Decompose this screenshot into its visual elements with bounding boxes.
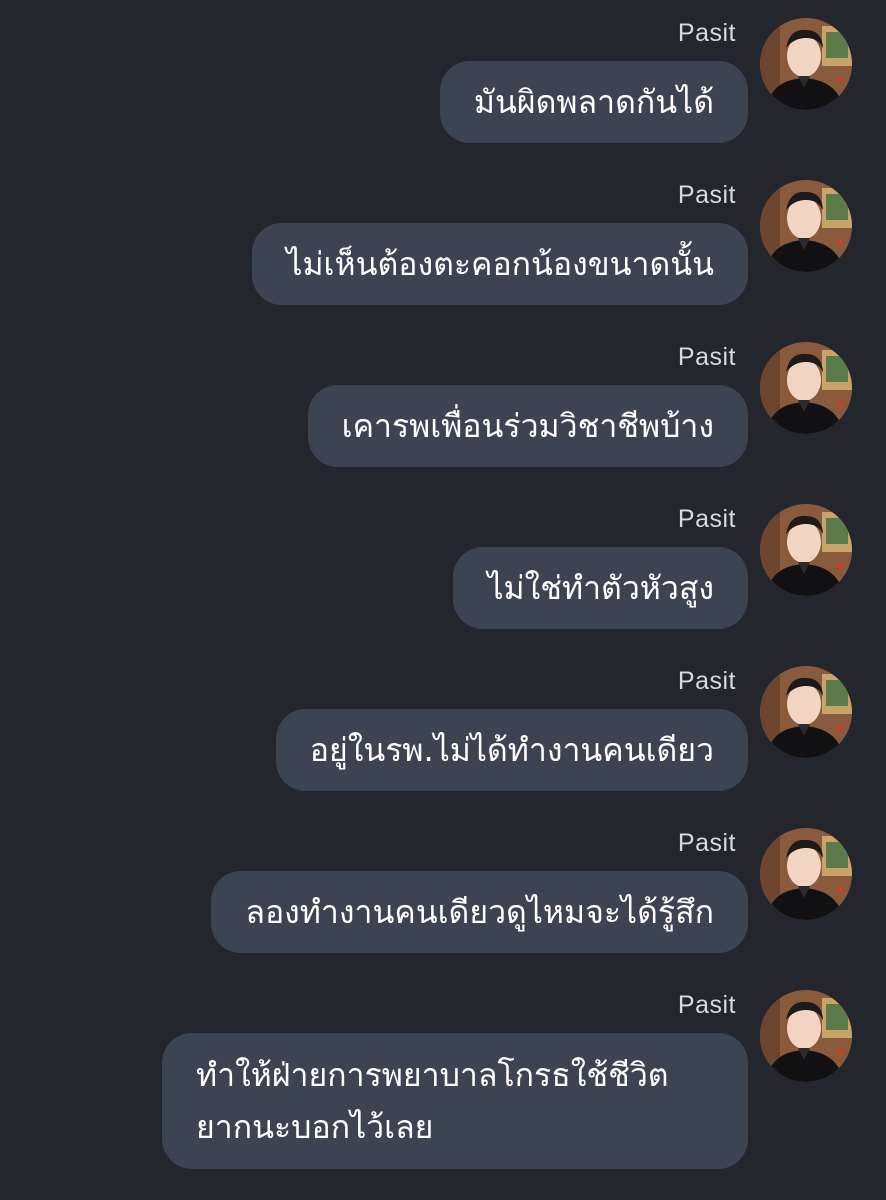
message-bubble[interactable]: ลองทำงานคนเดียวดูไหมจะได้รู้สึก [211,871,748,953]
avatar[interactable] [760,180,852,272]
profile-photo-icon [760,342,852,434]
message-text: ทำให้ฝ่ายการพยาบาลโกรธใช้ชีวิต [196,1056,669,1094]
sender-name: Pasit [677,667,736,695]
message-text: ลองทำงานคนเดียวดูไหมจะได้รู้สึก [245,893,714,931]
chat-thread: Pasit มันผิดพลาดกันได้ Pasit ไม่เห็นต้อง… [0,0,886,1200]
message-bubble[interactable]: ทำให้ฝ่ายการพยาบาลโกรธใช้ชีวิต ยากนะบอกไ… [162,1033,748,1169]
sender-name: Pasit [677,991,736,1019]
message-text: เคารพเพื่อนร่วมวิชาชีพบ้าง [341,407,714,445]
sender-name: Pasit [677,181,736,209]
message-text: ยากนะบอกไว้เลย [196,1108,434,1146]
message-text: ไม่ใช่ทำตัวหัวสูง [487,569,714,607]
profile-photo-icon [760,990,852,1082]
avatar[interactable] [760,342,852,434]
sender-name: Pasit [677,505,736,533]
profile-photo-icon [760,18,852,110]
sender-name: Pasit [677,343,736,371]
avatar[interactable] [760,828,852,920]
sender-name: Pasit [677,19,736,47]
message-bubble[interactable]: ไม่เห็นต้องตะคอกน้องขนาดนั้น [252,223,748,305]
avatar[interactable] [760,666,852,758]
avatar[interactable] [760,504,852,596]
message-bubble[interactable]: อยู่ในรพ.ไม่ได้ทำงานคนเดียว [275,709,748,791]
message-bubble[interactable]: มันผิดพลาดกันได้ [439,61,748,143]
profile-photo-icon [760,828,852,920]
message-bubble[interactable]: เคารพเพื่อนร่วมวิชาชีพบ้าง [307,385,748,467]
message-text: อยู่ในรพ.ไม่ได้ทำงานคนเดียว [309,731,714,769]
avatar[interactable] [760,990,852,1082]
avatar[interactable] [760,18,852,110]
profile-photo-icon [760,180,852,272]
message-bubble[interactable]: ไม่ใช่ทำตัวหัวสูง [453,547,748,629]
message-text: ไม่เห็นต้องตะคอกน้องขนาดนั้น [286,245,714,283]
profile-photo-icon [760,666,852,758]
sender-name: Pasit [677,829,736,857]
profile-photo-icon [760,504,852,596]
message-text: มันผิดพลาดกันได้ [473,83,714,121]
